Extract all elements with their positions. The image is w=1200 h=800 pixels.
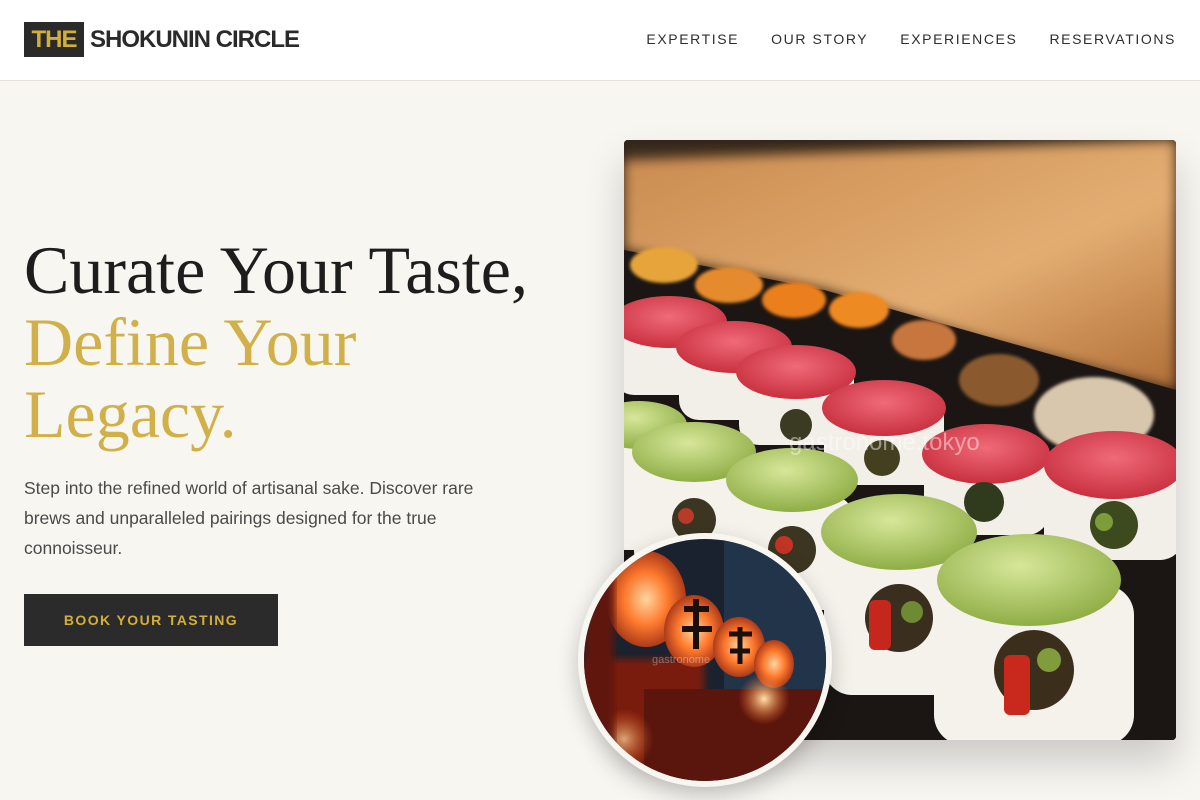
logo-the-badge: THE (24, 22, 84, 57)
nav-link-experiences[interactable]: EXPERIENCES (900, 31, 1017, 47)
book-tasting-button[interactable]: BOOK YOUR TASTING (24, 594, 278, 646)
hero-subtext: Step into the refined world of artisanal… (24, 478, 474, 558)
hero-headline: Curate Your Taste, Define Your Legacy. (24, 234, 604, 450)
lantern-photo-frame: gastronome (578, 533, 832, 787)
lantern-photo: gastronome (584, 539, 826, 781)
headline-line-1: Curate Your Taste, (24, 232, 528, 308)
inset-photo-watermark: gastronome (652, 654, 710, 666)
site-header: THE SHOKUNIN CIRCLE EXPERTISE OUR STORY … (0, 0, 1200, 81)
main-photo-watermark: gastronome.tokyo (789, 429, 980, 456)
headline-accent: Define Your Legacy. (24, 304, 357, 452)
nav-link-expertise[interactable]: EXPERTISE (646, 31, 739, 47)
nav-link-reservations[interactable]: RESERVATIONS (1049, 31, 1176, 47)
logo[interactable]: THE SHOKUNIN CIRCLE (24, 22, 300, 57)
nav-link-our-story[interactable]: OUR STORY (771, 31, 868, 47)
logo-wordmark: SHOKUNIN CIRCLE (90, 25, 300, 53)
main-nav: EXPERTISE OUR STORY EXPERIENCES RESERVAT… (646, 31, 1176, 47)
